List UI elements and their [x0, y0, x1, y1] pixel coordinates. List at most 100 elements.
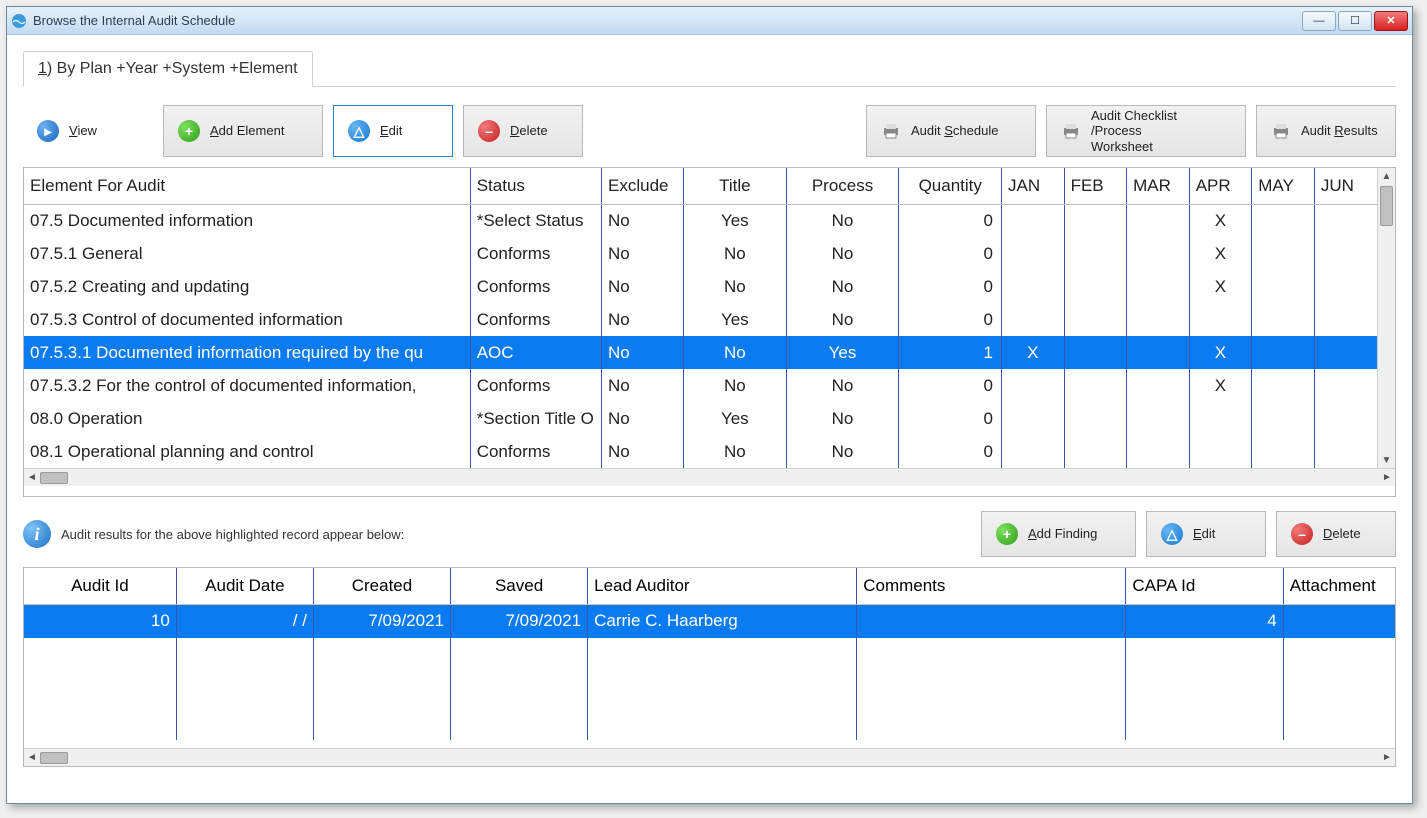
scroll-left-icon[interactable]: ◄ — [24, 470, 40, 486]
table-row[interactable]: 07.5.3 Control of documented information… — [24, 303, 1377, 336]
cell-month — [1064, 270, 1127, 303]
col-audit-id[interactable]: Audit Id — [24, 568, 176, 604]
scroll-left-icon[interactable]: ◄ — [24, 750, 40, 766]
empty-row — [24, 638, 1395, 672]
cell-month — [1127, 303, 1190, 336]
cell: 1 — [899, 336, 1002, 369]
minimize-button[interactable]: — — [1302, 11, 1336, 31]
scroll-thumb[interactable] — [1380, 186, 1393, 226]
col-element[interactable]: Element For Audit — [24, 168, 470, 204]
col-title[interactable]: Title — [684, 168, 787, 204]
cell: 4 — [1126, 604, 1283, 638]
cell-month — [1127, 237, 1190, 270]
col-attachment[interactable]: Attachment — [1283, 568, 1395, 604]
col-mar[interactable]: MAR — [1127, 168, 1190, 204]
main-toolbar: ▸ View + Add Element △ Edit – Delete Aud… — [23, 87, 1396, 167]
results-table[interactable]: Audit Id Audit Date Created Saved Lead A… — [24, 568, 1395, 740]
horizontal-scrollbar[interactable]: ◄ ► — [24, 468, 1395, 486]
col-saved[interactable]: Saved — [451, 568, 588, 604]
cell-month — [1314, 402, 1377, 435]
vertical-scrollbar[interactable]: ▲ ▼ — [1377, 168, 1395, 468]
col-may[interactable]: MAY — [1252, 168, 1315, 204]
cell: 7/09/2021 — [451, 604, 588, 638]
cell: Yes — [684, 303, 787, 336]
cell: No — [684, 369, 787, 402]
col-jan[interactable]: JAN — [1002, 168, 1065, 204]
cell: 0 — [899, 237, 1002, 270]
edit-button[interactable]: △ Edit — [333, 105, 453, 157]
cell: No — [602, 435, 684, 468]
view-button[interactable]: ▸ View — [23, 105, 153, 157]
cell-month — [1252, 336, 1315, 369]
cell: No — [684, 336, 787, 369]
cell-month — [1064, 237, 1127, 270]
scroll-right-icon[interactable]: ► — [1379, 470, 1395, 486]
cell: 0 — [899, 270, 1002, 303]
hscroll-thumb[interactable] — [40, 752, 68, 764]
col-process[interactable]: Process — [786, 168, 899, 204]
table-row[interactable]: 07.5.2 Creating and updatingConformsNoNo… — [24, 270, 1377, 303]
cell: No — [786, 204, 899, 237]
tabbar: 1) By Plan +Year +System +Element — [23, 51, 1396, 87]
scroll-down-icon[interactable]: ▼ — [1378, 452, 1395, 468]
cell: Carrie C. Haarberg — [588, 604, 857, 638]
col-created[interactable]: Created — [313, 568, 450, 604]
cell: No — [602, 303, 684, 336]
add-icon: + — [996, 523, 1018, 545]
schedule-table[interactable]: Element For Audit Status Exclude Title P… — [24, 168, 1377, 468]
add-finding-button[interactable]: + Add Finding — [981, 511, 1136, 557]
scroll-right-icon[interactable]: ► — [1379, 750, 1395, 766]
results-grid: Audit Id Audit Date Created Saved Lead A… — [23, 567, 1396, 767]
col-feb[interactable]: FEB — [1064, 168, 1127, 204]
tab-by-plan[interactable]: 1) By Plan +Year +System +Element — [23, 51, 313, 87]
delete-button[interactable]: – Delete — [463, 105, 583, 157]
audit-schedule-button[interactable]: Audit Schedule — [866, 105, 1036, 157]
audit-checklist-button[interactable]: Audit Checklist /Process Worksheet — [1046, 105, 1246, 157]
table-row[interactable]: 08.1 Operational planning and controlCon… — [24, 435, 1377, 468]
delete-finding-button[interactable]: – Delete — [1276, 511, 1396, 557]
cell: No — [602, 369, 684, 402]
cell: No — [786, 270, 899, 303]
table-row[interactable]: 07.5.3.2 For the control of documented i… — [24, 369, 1377, 402]
cell-month — [1002, 435, 1065, 468]
table-row[interactable]: 07.5 Documented information*Select Statu… — [24, 204, 1377, 237]
delete-icon: – — [478, 120, 500, 142]
col-capa[interactable]: CAPA Id — [1126, 568, 1283, 604]
col-exclude[interactable]: Exclude — [602, 168, 684, 204]
audit-results-button[interactable]: Audit Results — [1256, 105, 1396, 157]
col-apr[interactable]: APR — [1189, 168, 1252, 204]
col-audit-date[interactable]: Audit Date — [176, 568, 313, 604]
cell-month — [1127, 336, 1190, 369]
empty-row — [24, 706, 1395, 740]
table-row[interactable]: 08.0 Operation*Section Title ONoYesNo0 — [24, 402, 1377, 435]
col-status[interactable]: Status — [470, 168, 601, 204]
cell-month — [1314, 270, 1377, 303]
info-text: Audit results for the above highlighted … — [61, 527, 404, 542]
cell: No — [684, 435, 787, 468]
maximize-button[interactable]: ☐ — [1338, 11, 1372, 31]
cell-month: X — [1189, 204, 1252, 237]
col-lead[interactable]: Lead Auditor — [588, 568, 857, 604]
app-icon — [11, 13, 27, 29]
cell-month — [1252, 237, 1315, 270]
col-comments[interactable]: Comments — [857, 568, 1126, 604]
results-row[interactable]: 10/ /7/09/20217/09/2021Carrie C. Haarber… — [24, 604, 1395, 638]
cell-month — [1127, 402, 1190, 435]
table-row[interactable]: 07.5.1 GeneralConformsNoNoNo0X — [24, 237, 1377, 270]
add-element-button[interactable]: + Add Element — [163, 105, 323, 157]
cell-month — [1002, 303, 1065, 336]
table-row[interactable]: 07.5.3.1 Documented information required… — [24, 336, 1377, 369]
cell-month — [1127, 270, 1190, 303]
delete-icon: – — [1291, 523, 1313, 545]
cell: Conforms — [470, 237, 601, 270]
cell-month — [1314, 237, 1377, 270]
col-jun[interactable]: JUN — [1314, 168, 1377, 204]
cell-month — [1314, 435, 1377, 468]
hscroll-thumb[interactable] — [40, 472, 68, 484]
print-icon — [1061, 122, 1081, 140]
col-quantity[interactable]: Quantity — [899, 168, 1002, 204]
edit-finding-button[interactable]: △ Edit — [1146, 511, 1266, 557]
close-button[interactable]: ✕ — [1374, 11, 1408, 31]
results-hscroll[interactable]: ◄ ► — [24, 748, 1395, 766]
scroll-up-icon[interactable]: ▲ — [1378, 168, 1395, 184]
